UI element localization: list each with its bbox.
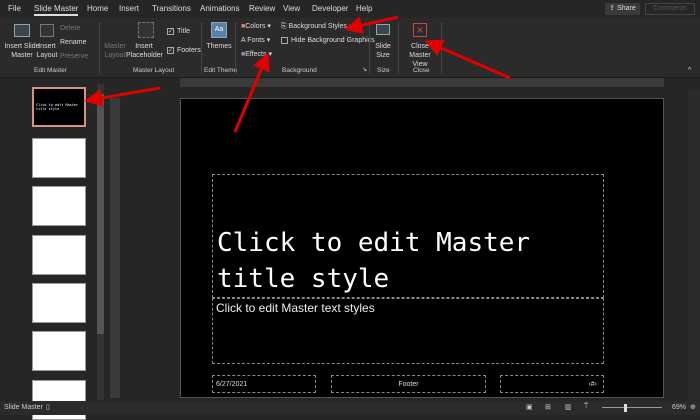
arrow-to-fonts bbox=[233, 52, 270, 133]
arrow-to-background-styles bbox=[344, 15, 399, 35]
arrow-to-master-thumbnail bbox=[84, 86, 161, 107]
arrow-to-close-master-view bbox=[424, 39, 511, 80]
annotation-arrows bbox=[84, 15, 511, 133]
